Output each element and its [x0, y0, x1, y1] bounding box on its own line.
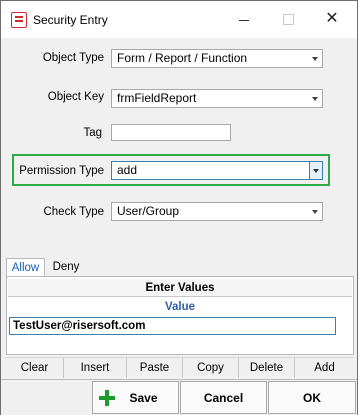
- tag-label: Tag: [83, 127, 102, 139]
- permission-type-select[interactable]: add: [111, 161, 323, 180]
- add-button[interactable]: Add: [295, 357, 354, 378]
- app-icon: [11, 12, 27, 28]
- check-type-select[interactable]: User/Group: [111, 202, 323, 221]
- delete-button[interactable]: Delete: [239, 357, 295, 378]
- maximize-button[interactable]: [273, 5, 303, 33]
- object-key-value: frmFieldReport: [117, 91, 197, 105]
- clear-button[interactable]: Clear: [6, 357, 64, 378]
- tab-deny[interactable]: Deny: [47, 258, 85, 277]
- save-label: Save: [129, 391, 158, 405]
- tag-input[interactable]: [111, 124, 231, 141]
- object-key-select[interactable]: frmFieldReport: [111, 89, 323, 108]
- chevron-down-icon: [312, 97, 318, 101]
- chevron-down-icon: [312, 57, 318, 61]
- object-type-select[interactable]: Form / Report / Function: [111, 49, 323, 68]
- tab-allow[interactable]: Allow: [6, 258, 45, 277]
- object-type-label: Object Type: [42, 52, 104, 64]
- check-type-value: User/Group: [117, 204, 180, 218]
- ok-button[interactable]: OK: [268, 381, 356, 414]
- permission-type-value: add: [117, 163, 138, 177]
- window-title: Security Entry: [33, 13, 108, 27]
- check-type-label: Check Type: [43, 206, 104, 218]
- cancel-button[interactable]: Cancel: [180, 381, 267, 414]
- chevron-down-icon: [312, 210, 318, 214]
- copy-button[interactable]: Copy: [183, 357, 239, 378]
- value-cell[interactable]: TestUser@risersoft.com: [9, 317, 336, 335]
- save-button[interactable]: Save: [92, 381, 179, 414]
- permission-type-label: Permission Type: [19, 165, 104, 177]
- insert-button[interactable]: Insert: [64, 357, 127, 378]
- close-button[interactable]: ✕: [317, 5, 347, 33]
- object-key-label: Object Key: [47, 91, 104, 103]
- value-column-header[interactable]: Value: [8, 299, 352, 316]
- object-type-value: Form / Report / Function: [117, 51, 248, 65]
- plus-icon: [99, 390, 115, 406]
- paste-button[interactable]: Paste: [127, 357, 183, 378]
- security-entry-window: Security Entry ✕ Object Type Form / Repo…: [0, 0, 358, 415]
- grid-title: Enter Values: [8, 279, 352, 297]
- minimize-button[interactable]: [229, 5, 259, 33]
- values-grid: Enter Values Value TestUser@risersoft.co…: [6, 276, 354, 355]
- dropdown-arrow-icon[interactable]: [309, 162, 322, 179]
- title-bar: Security Entry ✕: [1, 1, 357, 38]
